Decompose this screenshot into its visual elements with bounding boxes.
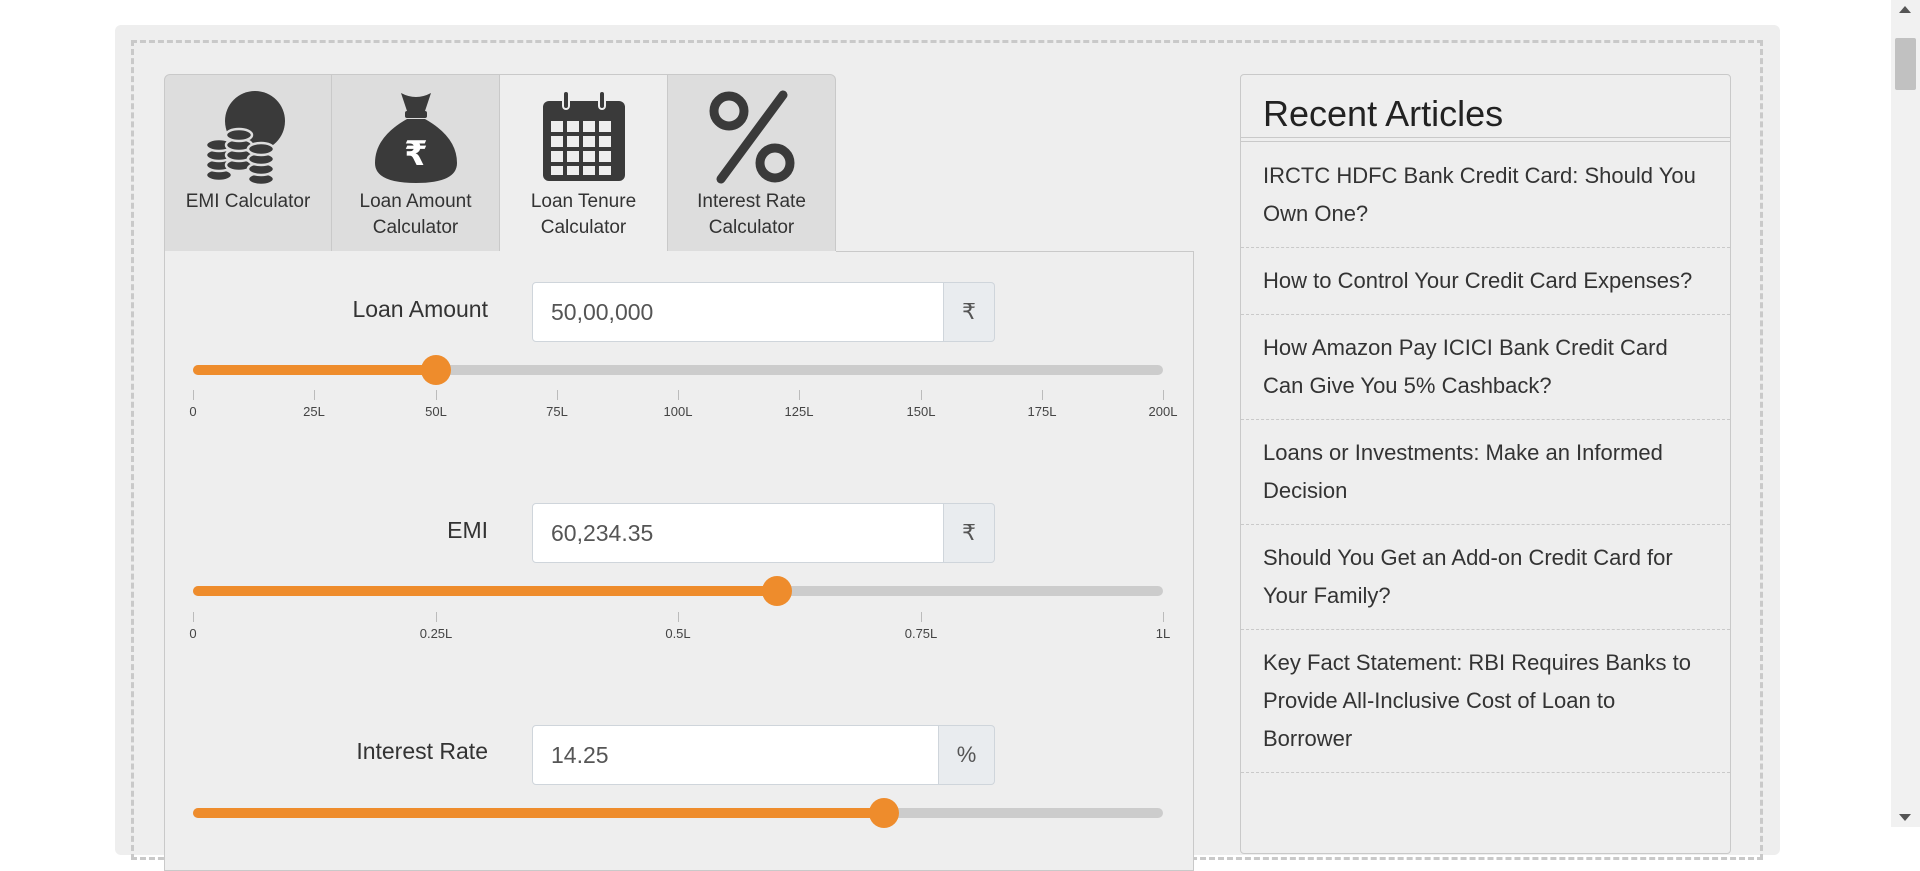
tab-loan-tenure-calculator[interactable]: Loan Tenure Calculator: [500, 74, 668, 252]
rupee-bag-icon: ₹: [366, 87, 466, 187]
article-link[interactable]: Should You Get an Add-on Credit Card for…: [1241, 525, 1730, 630]
loan-amount-input[interactable]: [532, 282, 944, 342]
loan-amount-group: ₹: [532, 282, 995, 342]
slider-handle[interactable]: [762, 576, 792, 606]
loan-amount-label: Loan Amount: [352, 296, 488, 322]
article-link[interactable]: Key Fact Statement: RBI Requires Banks t…: [1241, 630, 1730, 773]
scale-tick: [436, 612, 437, 622]
scale-tick: [921, 390, 922, 400]
divider: [1241, 141, 1730, 142]
tab-loan-amount-calculator[interactable]: ₹ Loan Amount Calculator: [332, 74, 500, 252]
percent-icon: [702, 87, 802, 187]
rupee-unit: ₹: [944, 503, 995, 563]
interest-rate-slider[interactable]: [193, 798, 1163, 828]
panel-divider: [836, 251, 1194, 252]
emi-label: EMI: [447, 517, 488, 543]
scale-tick: [921, 612, 922, 622]
calculator-tabs: EMI Calculator ₹ Loan Amount Calculator: [164, 74, 836, 252]
emi-input[interactable]: [532, 503, 944, 563]
scale-tick: [678, 612, 679, 622]
scale-tick-label: 150L: [906, 404, 936, 419]
scale-tick: [314, 390, 315, 400]
rupee-unit: ₹: [944, 282, 995, 342]
scrollbar-thumb[interactable]: [1895, 38, 1916, 90]
scale-tick-label: 0.5L: [665, 626, 691, 641]
article-link[interactable]: How Amazon Pay ICICI Bank Credit Card Ca…: [1241, 315, 1730, 420]
recent-articles-widget: Recent Articles IRCTC HDFC Bank Credit C…: [1240, 74, 1731, 854]
scale-tick-label: 0: [189, 404, 197, 419]
scale-tick: [557, 390, 558, 400]
divider: [1241, 137, 1730, 138]
scale-tick: [193, 612, 194, 622]
article-list: IRCTC HDFC Bank Credit Card: Should You …: [1241, 143, 1730, 773]
scale-tick-label: 25L: [303, 404, 325, 419]
scale-tick-label: 125L: [784, 404, 814, 419]
coins-icon: [198, 87, 298, 187]
emi-group: ₹: [532, 503, 995, 563]
scale-tick-label: 1L: [1155, 626, 1171, 641]
article-link[interactable]: Loans or Investments: Make an Informed D…: [1241, 420, 1730, 525]
article-link[interactable]: IRCTC HDFC Bank Credit Card: Should You …: [1241, 143, 1730, 248]
scale-tick: [678, 390, 679, 400]
tab-label: Loan Amount Calculator: [359, 191, 472, 238]
scroll-up-arrow-icon[interactable]: [1899, 6, 1911, 13]
scale-tick-label: 50L: [425, 404, 447, 419]
scale-tick: [193, 390, 194, 400]
tab-label: Interest Rate Calculator: [697, 191, 806, 238]
interest-rate-input[interactable]: [532, 725, 939, 785]
tab-label: EMI Calculator: [185, 191, 311, 212]
scale-tick-label: 75L: [546, 404, 568, 419]
scale-tick: [799, 390, 800, 400]
scale-tick: [1042, 390, 1043, 400]
calendar-icon: [534, 87, 634, 187]
scroll-down-arrow-icon[interactable]: [1899, 814, 1911, 821]
interest-rate-group: %: [532, 725, 995, 785]
article-link[interactable]: How to Control Your Credit Card Expenses…: [1241, 248, 1730, 315]
scale-tick-label: 0.25L: [419, 626, 453, 641]
slider-fill: [193, 808, 884, 818]
slider-handle[interactable]: [869, 798, 899, 828]
loan-amount-scale: 0 25L 50L 75L 100L 125L 150L 175L 200L: [189, 390, 1177, 420]
scale-tick-label: 100L: [663, 404, 693, 419]
widget-title: Recent Articles: [1263, 93, 1504, 134]
interest-rate-label: Interest Rate: [356, 738, 488, 764]
scale-tick-label: 0: [189, 626, 197, 641]
tab-interest-rate-calculator[interactable]: Interest Rate Calculator: [668, 74, 836, 252]
percent-unit: %: [939, 725, 995, 785]
svg-text:₹: ₹: [404, 134, 428, 174]
scale-tick-label: 200L: [1148, 404, 1178, 419]
scale-tick: [436, 390, 437, 400]
scale-tick-label: 0.75L: [904, 626, 938, 641]
page-scrollbar[interactable]: [1891, 0, 1920, 827]
scale-tick: [1163, 390, 1164, 400]
tab-emi-calculator[interactable]: EMI Calculator: [164, 74, 332, 252]
tab-label: Loan Tenure Calculator: [530, 191, 637, 238]
loan-amount-slider[interactable]: [193, 355, 1163, 385]
slider-handle[interactable]: [421, 355, 451, 385]
emi-slider[interactable]: [193, 576, 1163, 606]
scale-tick: [1163, 612, 1164, 622]
emi-scale: 0 0.25L 0.5L 0.75L 1L: [189, 612, 1170, 642]
slider-fill: [193, 365, 436, 375]
scale-tick-label: 175L: [1027, 404, 1057, 419]
slider-fill: [193, 586, 777, 596]
